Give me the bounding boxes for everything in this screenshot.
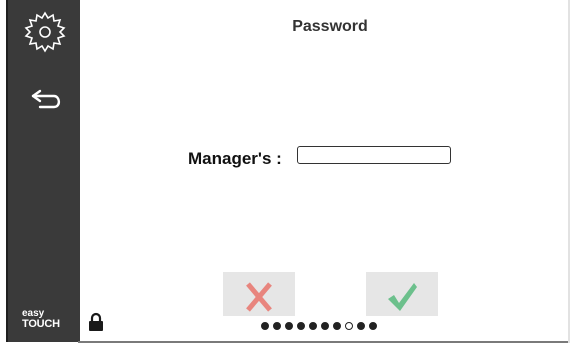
sidebar: easy TOUCH xyxy=(6,0,80,342)
password-input[interactable] xyxy=(297,146,451,164)
password-label: Manager's : xyxy=(188,149,282,168)
page-dot xyxy=(297,322,305,330)
page-dot xyxy=(345,322,353,330)
lock-icon xyxy=(88,312,104,332)
brand-logo: easy TOUCH xyxy=(22,309,66,330)
page-title: Password xyxy=(292,18,368,35)
page-dot xyxy=(357,322,365,330)
gear-icon[interactable] xyxy=(23,10,67,54)
page-indicator xyxy=(261,322,377,332)
check-icon xyxy=(388,283,417,311)
page-dot xyxy=(321,322,329,330)
page-dot xyxy=(333,322,341,330)
confirm-button[interactable] xyxy=(366,272,438,316)
back-arrow-icon[interactable] xyxy=(30,88,64,110)
page-dot xyxy=(261,322,269,330)
page-dot xyxy=(285,322,293,330)
brand-logo-line2: TOUCH xyxy=(22,318,60,330)
cross-icon xyxy=(246,282,272,312)
page-dot xyxy=(369,322,377,330)
page-dot xyxy=(273,322,281,330)
cancel-button[interactable] xyxy=(223,272,295,316)
bottom-divider xyxy=(78,341,568,343)
right-divider xyxy=(568,0,570,343)
page-dot xyxy=(309,322,317,330)
